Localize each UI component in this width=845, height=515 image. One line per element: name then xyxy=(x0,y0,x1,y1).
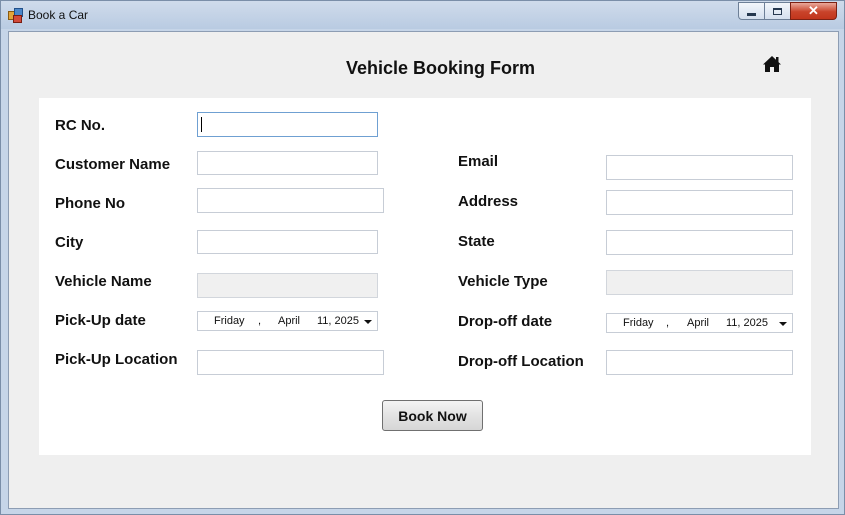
vehicle-type-input xyxy=(606,270,793,295)
state-label: State xyxy=(458,233,495,250)
maximize-icon xyxy=(773,7,782,15)
pickup-day-year: 11, 2025 xyxy=(317,315,360,327)
dropoff-location-input[interactable] xyxy=(606,350,793,375)
home-icon[interactable] xyxy=(762,55,782,73)
pickup-weekday: Friday xyxy=(214,315,245,327)
dropoff-date-label: Drop-off date xyxy=(458,313,553,330)
text-caret xyxy=(201,117,202,132)
vehicle-type-label: Vehicle Type xyxy=(458,273,548,290)
city-input[interactable] xyxy=(197,230,378,254)
dropoff-location-label: Drop-off Location xyxy=(458,353,584,370)
phone-no-input[interactable] xyxy=(197,188,384,213)
customer-name-input[interactable] xyxy=(197,151,378,175)
window-title: Book a Car xyxy=(28,8,89,22)
pickup-date-picker[interactable]: Friday , April 11, 2025 xyxy=(197,311,378,331)
rc-no-input[interactable] xyxy=(197,112,378,137)
pickup-location-input[interactable] xyxy=(197,350,384,375)
email-label: Email xyxy=(458,153,499,170)
rc-no-label: RC No. xyxy=(55,117,105,134)
form-panel: RC No. Customer Name Phone No City Vehic… xyxy=(39,98,811,455)
minimize-icon xyxy=(747,12,756,16)
form-client-area: Vehicle Booking Form RC No. Customer Nam… xyxy=(8,31,839,509)
app-window: Book a Car ✕ Vehicle Booking Form RC No.… xyxy=(0,0,845,515)
page-title: Vehicle Booking Form xyxy=(346,58,536,78)
pickup-date-label: Pick-Up date xyxy=(55,312,146,329)
address-label: Address xyxy=(458,193,519,210)
city-label: City xyxy=(55,234,84,251)
pickup-month: April xyxy=(278,315,301,327)
dropoff-separator: , xyxy=(666,317,670,329)
customer-name-label: Customer Name xyxy=(55,156,171,173)
vehicle-name-label: Vehicle Name xyxy=(55,273,152,290)
minimize-button[interactable] xyxy=(738,2,765,20)
close-icon: ✕ xyxy=(808,3,819,18)
phone-no-label: Phone No xyxy=(55,195,125,212)
dropoff-month: April xyxy=(687,317,710,329)
pickup-location-label: Pick-Up Location xyxy=(55,351,178,368)
title-bar[interactable]: Book a Car ✕ xyxy=(1,1,844,31)
maximize-button[interactable] xyxy=(764,2,791,20)
pickup-separator: , xyxy=(258,315,262,327)
dropoff-weekday: Friday xyxy=(623,317,654,329)
email-input[interactable] xyxy=(606,155,793,180)
vehicle-name-input xyxy=(197,273,378,298)
address-input[interactable] xyxy=(606,190,793,215)
dropoff-day-year: 11, 2025 xyxy=(726,317,769,329)
chevron-down-icon[interactable] xyxy=(364,320,372,324)
close-button[interactable]: ✕ xyxy=(790,2,837,20)
dropoff-date-picker[interactable]: Friday , April 11, 2025 xyxy=(606,313,793,333)
state-input[interactable] xyxy=(606,230,793,255)
book-now-button[interactable]: Book Now xyxy=(382,400,483,431)
app-icon xyxy=(8,8,23,23)
chevron-down-icon[interactable] xyxy=(779,322,787,326)
